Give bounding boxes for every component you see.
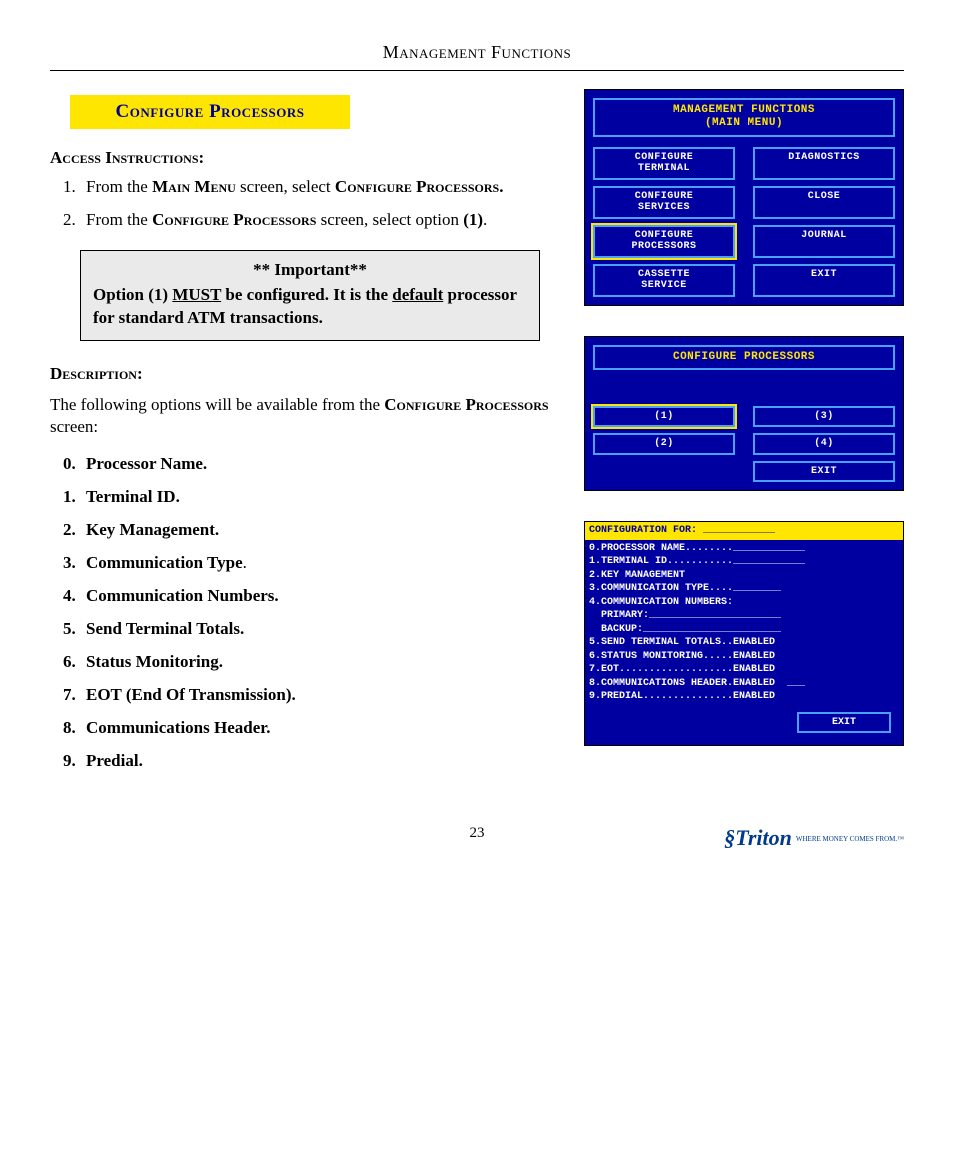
cfg-title: CONFIGURATION FOR: ____________	[585, 522, 903, 540]
option-predial: Predial.	[80, 750, 560, 773]
atm-button-grid: (1) (3) (2) (4) EXIT	[593, 406, 895, 483]
text: screen:	[50, 417, 98, 436]
left-column: Configure Processors Access Instructions…	[50, 89, 560, 782]
description-label: Description:	[50, 363, 560, 386]
option-status-monitoring: Status Monitoring.	[80, 651, 560, 674]
exit-button[interactable]: EXIT	[753, 264, 895, 297]
cfg-line-communications-header: 8.COMMUNICATIONS HEADER.ENABLED ___	[589, 677, 899, 691]
atm-title: MANAGEMENT FUNCTIONS (MAIN MENU)	[593, 98, 895, 136]
text: .	[483, 210, 487, 229]
instruction-2: From the Configure Processors screen, se…	[80, 209, 560, 232]
configure-processors-button[interactable]: CONFIGUREPROCESSORS	[593, 225, 735, 258]
atm-title: CONFIGURE PROCESSORS	[593, 345, 895, 370]
description-intro: The following options will be available …	[50, 394, 560, 440]
cfg-line-eot: 7.EOT...................ENABLED	[589, 663, 899, 677]
text: screen, select option	[316, 210, 463, 229]
option-communications-header: Communications Header.	[80, 717, 560, 740]
cassette-service-button[interactable]: CASSETTESERVICE	[593, 264, 735, 297]
access-instructions-label: Access Instructions:	[50, 147, 560, 170]
configure-services-button[interactable]: CONFIGURESERVICES	[593, 186, 735, 219]
right-column: MANAGEMENT FUNCTIONS (MAIN MENU) CONFIGU…	[584, 89, 904, 782]
processor-2-button[interactable]: (2)	[593, 433, 735, 455]
cfg-line-status-monitoring: 6.STATUS MONITORING.....ENABLED	[589, 650, 899, 664]
cfg-line-key-management: 2.KEY MANAGEMENT	[589, 569, 899, 583]
processor-3-button[interactable]: (3)	[753, 406, 895, 428]
option-key-management: Key Management.	[80, 519, 560, 542]
option-1-ref: (1)	[463, 210, 483, 229]
option-eot: EOT (End Of Transmission).	[80, 684, 560, 707]
close-button[interactable]: CLOSE	[753, 186, 895, 219]
configure-processors-ref: Configure Processors	[152, 210, 316, 229]
processor-1-button[interactable]: (1)	[593, 406, 735, 428]
section-title: Configure Processors	[70, 95, 350, 129]
instruction-1: From the Main Menu screen, select Config…	[80, 176, 560, 199]
page-header: Management Functions	[50, 40, 904, 71]
exit-button[interactable]: EXIT	[797, 712, 891, 734]
cfg-line-processor-name: 0.PROCESSOR NAME........____________	[589, 542, 899, 556]
options-list: Processor Name. Terminal ID. Key Managem…	[80, 453, 560, 772]
option-terminal-id: Terminal ID.	[80, 486, 560, 509]
configure-terminal-button[interactable]: CONFIGURETERMINAL	[593, 147, 735, 180]
access-instructions-list: From the Main Menu screen, select Config…	[80, 176, 560, 232]
content-columns: Configure Processors Access Instructions…	[50, 89, 904, 782]
configure-processors-ref: Configure Processors.	[335, 177, 504, 196]
footer: 23 §TritonWHERE MONEY COMES FROM.™	[50, 823, 904, 873]
configure-processors-ref: Configure Processors	[384, 395, 548, 414]
text: The following options will be available …	[50, 395, 384, 414]
main-menu-ref: Main Menu	[152, 177, 236, 196]
text: From the	[86, 210, 152, 229]
option-communication-type: Communication Type.	[80, 552, 560, 575]
journal-button[interactable]: JOURNAL	[753, 225, 895, 258]
title-line-2: (MAIN MENU)	[597, 117, 891, 130]
cfg-line-predial: 9.PREDIAL...............ENABLED	[589, 690, 899, 704]
cfg-line-communication-type: 3.COMMUNICATION TYPE....________	[589, 582, 899, 596]
brand-glyph-icon: §	[724, 825, 735, 850]
cfg-line-primary: PRIMARY:______________________	[589, 609, 899, 623]
cfg-line-send-terminal-totals: 5.SEND TERMINAL TOTALS..ENABLED	[589, 636, 899, 650]
cfg-line-communication-numbers: 4.COMMUNICATION NUMBERS:	[589, 596, 899, 610]
atm-screen-configure-processors: CONFIGURE PROCESSORS (1) (3) (2) (4) EXI…	[584, 336, 904, 492]
important-heading: ** Important**	[93, 259, 527, 282]
text: Option (1)	[93, 285, 172, 304]
text: screen, select	[236, 177, 335, 196]
important-callout: ** Important** Option (1) MUST be config…	[80, 250, 540, 341]
atm-screen-main-menu: MANAGEMENT FUNCTIONS (MAIN MENU) CONFIGU…	[584, 89, 904, 305]
title-line-1: MANAGEMENT FUNCTIONS	[597, 104, 891, 117]
exit-button[interactable]: EXIT	[753, 461, 895, 483]
atm-screen-configuration-for: CONFIGURATION FOR: ____________ 0.PROCES…	[584, 521, 904, 746]
default-underline: default	[392, 285, 443, 304]
important-body: Option (1) MUST be configured. It is the…	[93, 284, 527, 330]
option-processor-name: Processor Name.	[80, 453, 560, 476]
brand-logo: §Triton WHERE MONEY COMES FROM.™	[724, 823, 904, 853]
must-underline: MUST	[172, 285, 221, 304]
cfg-body: 0.PROCESSOR NAME........____________ 1.T…	[585, 540, 903, 746]
cfg-line-backup: BACKUP:_______________________	[589, 623, 899, 637]
text: Communication Type	[86, 553, 243, 572]
atm-button-grid: CONFIGURETERMINAL DIAGNOSTICS CONFIGURES…	[593, 147, 895, 297]
brand-tagline: WHERE MONEY COMES FROM.™	[796, 835, 904, 843]
processor-4-button[interactable]: (4)	[753, 433, 895, 455]
option-send-terminal-totals: Send Terminal Totals.	[80, 618, 560, 641]
brand-name: Triton	[735, 825, 792, 850]
cfg-line-terminal-id: 1.TERMINAL ID...........____________	[589, 555, 899, 569]
diagnostics-button[interactable]: DIAGNOSTICS	[753, 147, 895, 180]
text: be configured. It is the	[221, 285, 392, 304]
text: From the	[86, 177, 152, 196]
option-communication-numbers: Communication Numbers.	[80, 585, 560, 608]
